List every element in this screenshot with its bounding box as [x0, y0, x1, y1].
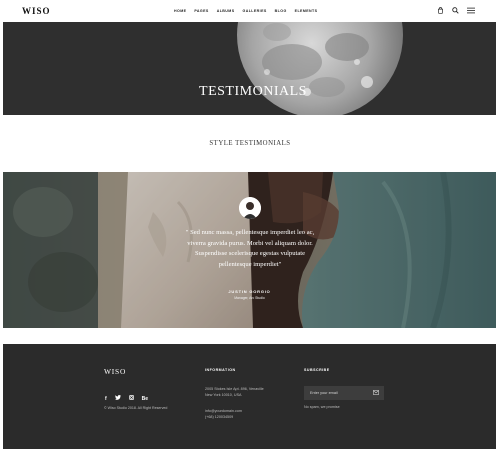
moon-image [237, 22, 403, 115]
testimonial-quote: " Sed nunc massa, pellentesque imperdiet… [173, 228, 327, 271]
contact-info: info@yourdomain.com (+68) 120034509 [205, 408, 242, 420]
nav-item-home[interactable]: HOME [174, 9, 186, 13]
nav-item-blog[interactable]: BLOG [275, 9, 287, 13]
cart-icon[interactable] [437, 7, 444, 14]
header-icons [437, 7, 475, 14]
page-title: TESTIMONIALS [199, 84, 307, 99]
address-line: New York 10010, USA [205, 393, 242, 397]
author-avatar [239, 197, 261, 219]
nav-item-galleries[interactable]: GALLERIES [243, 9, 267, 13]
quote-line: viverra gravida purus. Morbi vel aliquam… [187, 239, 313, 247]
search-icon[interactable] [452, 7, 459, 14]
site-header: WISO HOME PAGES ALBUMS GALLERIES BLOG EL… [0, 0, 500, 22]
subscribe-form [304, 386, 384, 400]
hero-banner: TESTIMONIALS [3, 22, 496, 115]
facebook-icon[interactable]: f [105, 396, 107, 402]
contact-phone: (+68) 120034509 [205, 415, 234, 419]
author-name: JUSTIN GORGIO [228, 289, 271, 294]
site-logo[interactable]: WISO [22, 6, 51, 16]
menu-icon[interactable] [467, 7, 475, 14]
nav-item-pages[interactable]: PAGES [194, 9, 208, 13]
footer-logo[interactable]: WISO [104, 367, 126, 376]
author-role: Manager, Arc Studio [234, 296, 265, 300]
behance-icon[interactable]: Be [142, 396, 148, 402]
subscribe-note: No spam, we promise [304, 405, 340, 409]
nav-item-albums[interactable]: ALBUMS [217, 9, 235, 13]
copyright-text: © Wiso Studio 2018. All Right Reserved [104, 406, 168, 410]
subscribe-email-input[interactable] [310, 389, 368, 397]
address: 2005 Stokes Isle Apt. 896, Venaville New… [205, 386, 264, 398]
site-footer: WISO f Be © Wiso Studio 2018. All Right … [3, 344, 496, 449]
subscribe-heading: SUBSCRIBE [304, 368, 330, 372]
quote-line: Suspendisse scelerisque egestas vulputat… [194, 250, 306, 258]
section-title: STYLE TESTIMONIALS [209, 140, 291, 147]
nav-item-elements[interactable]: ELEMENTS [295, 9, 318, 13]
quote-line: pellentesque imperdiet" [218, 261, 282, 269]
instagram-icon[interactable] [128, 395, 134, 402]
social-links: f Be [105, 395, 148, 402]
information-heading: INFORMATION [205, 368, 236, 372]
mail-send-icon[interactable] [373, 390, 379, 395]
main-nav: HOME PAGES ALBUMS GALLERIES BLOG ELEMENT… [174, 9, 317, 13]
quote-line: " Sed nunc massa, pellentesque imperdiet… [185, 229, 315, 236]
twitter-icon[interactable] [114, 395, 121, 402]
testimonial-slider: " Sed nunc massa, pellentesque imperdiet… [3, 172, 496, 328]
